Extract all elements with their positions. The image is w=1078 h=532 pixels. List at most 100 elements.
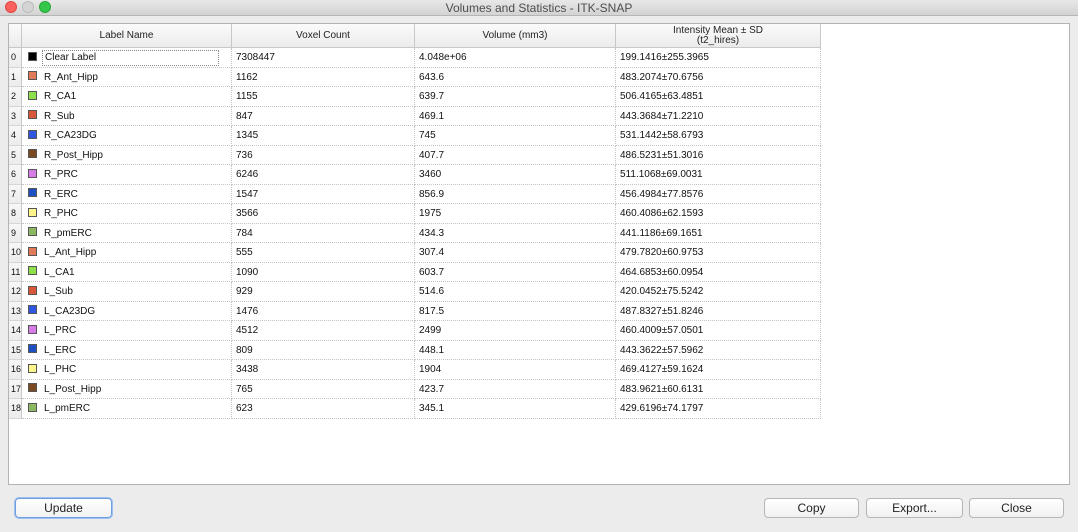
volume-cell[interactable]: 1975 [415, 204, 616, 224]
voxel-count-cell[interactable]: 765 [232, 379, 415, 399]
column-header-label-name[interactable]: Label Name [22, 24, 232, 48]
column-header-intensity[interactable]: Intensity Mean ± SD (t2_hires) [616, 24, 821, 48]
intensity-cell[interactable]: 443.3622±57.5962 [616, 340, 821, 360]
voxel-count-cell[interactable]: 7308447 [232, 48, 415, 68]
table-row[interactable]: 3 R_Sub 847 469.1 443.3684±71.2210 [9, 106, 1069, 126]
row-index[interactable]: 17 [9, 379, 22, 399]
intensity-cell[interactable]: 511.1068±69.0031 [616, 165, 821, 185]
intensity-cell[interactable]: 460.4086±62.1593 [616, 204, 821, 224]
voxel-count-cell[interactable]: 809 [232, 340, 415, 360]
intensity-cell[interactable]: 464.6853±60.0954 [616, 262, 821, 282]
intensity-cell[interactable]: 429.6196±74.1797 [616, 399, 821, 419]
label-name-cell[interactable]: L_CA23DG [22, 301, 232, 321]
voxel-count-cell[interactable]: 784 [232, 223, 415, 243]
label-name-cell[interactable]: L_ERC [22, 340, 232, 360]
label-name-cell[interactable]: R_Sub [22, 106, 232, 126]
voxel-count-cell[interactable]: 623 [232, 399, 415, 419]
volume-cell[interactable]: 434.3 [415, 223, 616, 243]
label-name-cell[interactable]: R_pmERC [22, 223, 232, 243]
close-button[interactable]: Close [969, 498, 1064, 518]
voxel-count-cell[interactable]: 3438 [232, 360, 415, 380]
volume-cell[interactable]: 1904 [415, 360, 616, 380]
table-row[interactable]: 7 R_ERC 1547 856.9 456.4984±77.8576 [9, 184, 1069, 204]
volume-cell[interactable]: 469.1 [415, 106, 616, 126]
volume-cell[interactable]: 817.5 [415, 301, 616, 321]
row-index[interactable]: 18 [9, 399, 22, 419]
row-index[interactable]: 13 [9, 301, 22, 321]
label-name-cell[interactable]: R_CA23DG [22, 126, 232, 146]
intensity-cell[interactable]: 443.3684±71.2210 [616, 106, 821, 126]
export-button[interactable]: Export... [866, 498, 963, 518]
voxel-count-cell[interactable]: 929 [232, 282, 415, 302]
column-header-voxel-count[interactable]: Voxel Count [232, 24, 415, 48]
intensity-cell[interactable]: 479.7820±60.9753 [616, 243, 821, 263]
row-index[interactable]: 1 [9, 67, 22, 87]
voxel-count-cell[interactable]: 847 [232, 106, 415, 126]
row-index[interactable]: 2 [9, 87, 22, 107]
voxel-count-cell[interactable]: 1547 [232, 184, 415, 204]
label-name-cell[interactable]: L_Sub [22, 282, 232, 302]
intensity-cell[interactable]: 469.4127±59.1624 [616, 360, 821, 380]
voxel-count-cell[interactable]: 1090 [232, 262, 415, 282]
label-name-cell[interactable]: L_Post_Hipp [22, 379, 232, 399]
table-row[interactable]: 18 L_pmERC 623 345.1 429.6196±74.1797 [9, 399, 1069, 419]
volume-cell[interactable]: 639.7 [415, 87, 616, 107]
row-index[interactable]: 11 [9, 262, 22, 282]
table-row[interactable]: 10 L_Ant_Hipp 555 307.4 479.7820±60.9753 [9, 243, 1069, 263]
voxel-count-cell[interactable]: 736 [232, 145, 415, 165]
volume-cell[interactable]: 643.6 [415, 67, 616, 87]
table-row[interactable]: 11 L_CA1 1090 603.7 464.6853±60.0954 [9, 262, 1069, 282]
voxel-count-cell[interactable]: 6246 [232, 165, 415, 185]
table-row[interactable]: 0 Clear Label 7308447 4.048e+06 199.1416±255… [9, 48, 1069, 68]
update-button[interactable]: Update [15, 498, 112, 518]
intensity-cell[interactable]: 420.0452±75.5242 [616, 282, 821, 302]
voxel-count-cell[interactable]: 1345 [232, 126, 415, 146]
voxel-count-cell[interactable]: 3566 [232, 204, 415, 224]
intensity-cell[interactable]: 483.9621±60.6131 [616, 379, 821, 399]
intensity-cell[interactable]: 487.8327±51.8246 [616, 301, 821, 321]
row-index[interactable]: 14 [9, 321, 22, 341]
volume-cell[interactable]: 3460 [415, 165, 616, 185]
intensity-cell[interactable]: 441.1186±69.1651 [616, 223, 821, 243]
volume-cell[interactable]: 745 [415, 126, 616, 146]
voxel-count-cell[interactable]: 4512 [232, 321, 415, 341]
volume-cell[interactable]: 407.7 [415, 145, 616, 165]
label-name-cell[interactable]: R_ERC [22, 184, 232, 204]
intensity-cell[interactable]: 460.4009±57.0501 [616, 321, 821, 341]
intensity-cell[interactable]: 199.1416±255.3965 [616, 48, 821, 68]
voxel-count-cell[interactable]: 1162 [232, 67, 415, 87]
column-header-volume[interactable]: Volume (mm3) [415, 24, 616, 48]
row-index[interactable]: 16 [9, 360, 22, 380]
table-row[interactable]: 13 L_CA23DG 1476 817.5 487.8327±51.8246 [9, 301, 1069, 321]
volume-cell[interactable]: 4.048e+06 [415, 48, 616, 68]
row-index[interactable]: 8 [9, 204, 22, 224]
table-row[interactable]: 2 R_CA1 1155 639.7 506.4165±63.4851 [9, 87, 1069, 107]
table-row[interactable]: 4 R_CA23DG 1345 745 531.1442±58.6793 [9, 126, 1069, 146]
statistics-table[interactable]: Label Name Voxel Count Volume (mm3) Inte… [8, 23, 1070, 485]
table-row[interactable]: 14 L_PRC 4512 2499 460.4009±57.0501 [9, 321, 1069, 341]
table-row[interactable]: 17 L_Post_Hipp 765 423.7 483.9621±60.6131 [9, 379, 1069, 399]
intensity-cell[interactable]: 486.5231±51.3016 [616, 145, 821, 165]
volume-cell[interactable]: 856.9 [415, 184, 616, 204]
label-name-cell[interactable]: R_PHC [22, 204, 232, 224]
intensity-cell[interactable]: 483.2074±70.6756 [616, 67, 821, 87]
volume-cell[interactable]: 423.7 [415, 379, 616, 399]
table-row[interactable]: 16 L_PHC 3438 1904 469.4127±59.1624 [9, 360, 1069, 380]
row-index[interactable]: 5 [9, 145, 22, 165]
intensity-cell[interactable]: 506.4165±63.4851 [616, 87, 821, 107]
table-row[interactable]: 5 R_Post_Hipp 736 407.7 486.5231±51.3016 [9, 145, 1069, 165]
row-index[interactable]: 3 [9, 106, 22, 126]
volume-cell[interactable]: 307.4 [415, 243, 616, 263]
label-name-cell[interactable]: R_PRC [22, 165, 232, 185]
table-corner[interactable] [9, 24, 22, 48]
table-row[interactable]: 8 R_PHC 3566 1975 460.4086±62.1593 [9, 204, 1069, 224]
label-name-cell[interactable]: L_CA1 [22, 262, 232, 282]
intensity-cell[interactable]: 456.4984±77.8576 [616, 184, 821, 204]
label-name-cell[interactable]: R_Ant_Hipp [22, 67, 232, 87]
table-row[interactable]: 1 R_Ant_Hipp 1162 643.6 483.2074±70.6756 [9, 67, 1069, 87]
volume-cell[interactable]: 2499 [415, 321, 616, 341]
label-name-cell[interactable]: L_PRC [22, 321, 232, 341]
copy-button[interactable]: Copy [764, 498, 859, 518]
voxel-count-cell[interactable]: 1476 [232, 301, 415, 321]
row-index[interactable]: 15 [9, 340, 22, 360]
